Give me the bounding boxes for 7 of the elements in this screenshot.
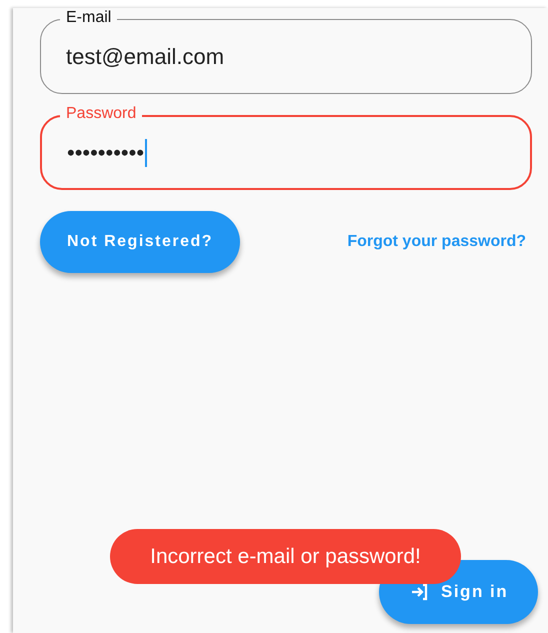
field-value: test@email.com: [66, 44, 224, 70]
forgot-password-link[interactable]: Forgot your password?: [347, 233, 526, 251]
error-toast: Incorrect e-mail or password!: [110, 529, 461, 584]
text-cursor: [145, 138, 148, 166]
not-registered-button[interactable]: Not Registered?: [40, 211, 240, 273]
login-icon: [409, 582, 429, 602]
field-value: ••••••••••: [67, 140, 144, 166]
